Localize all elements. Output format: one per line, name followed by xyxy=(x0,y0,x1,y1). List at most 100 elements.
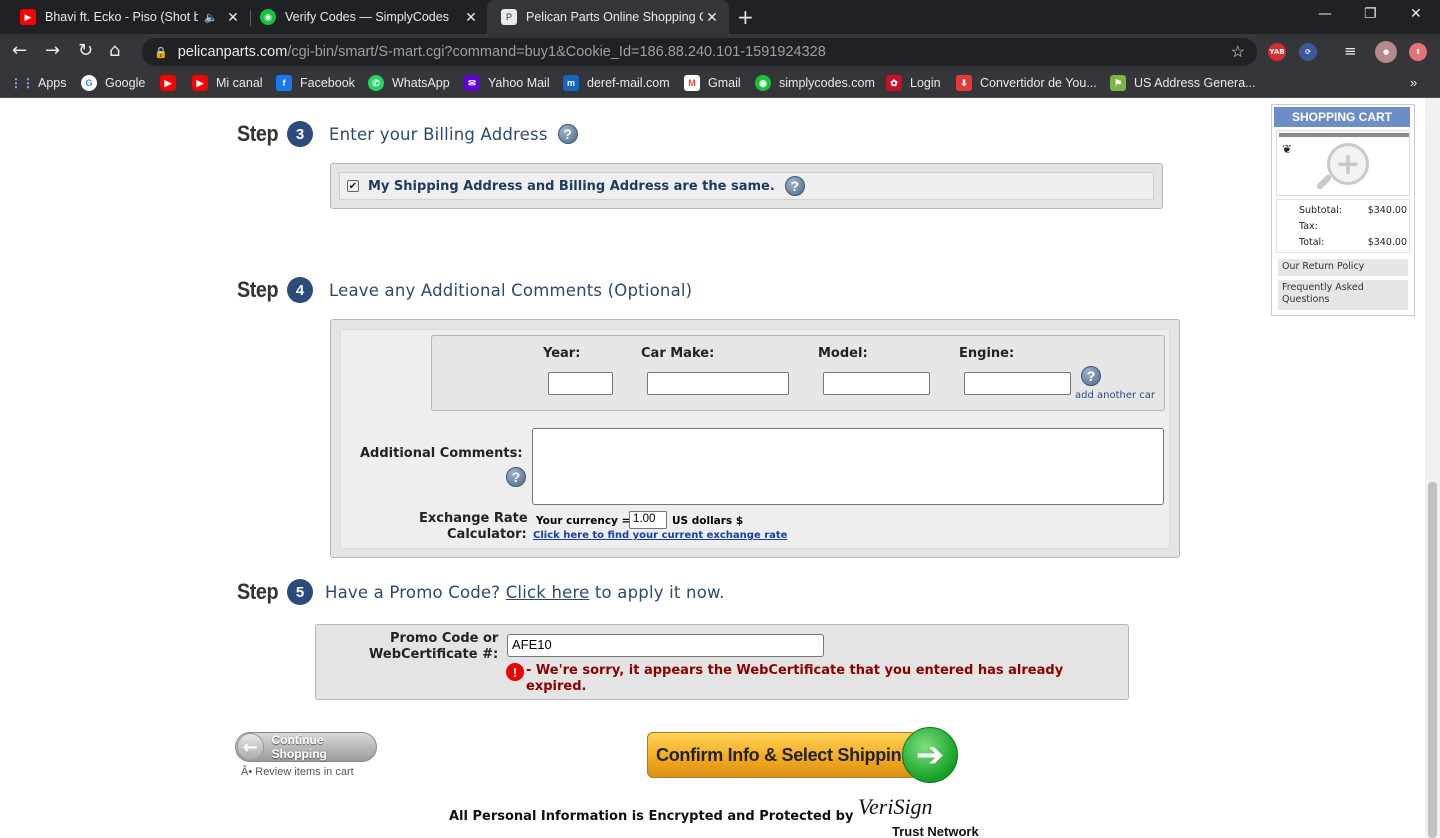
simplycodes-icon: ◉ xyxy=(755,75,771,91)
bookmark-google[interactable]: G Google xyxy=(81,75,145,91)
bookmark-facebook[interactable]: f Facebook xyxy=(276,75,355,91)
cart-header: SHOPPING CART xyxy=(1274,107,1410,127)
deref-mail-icon: m xyxy=(563,75,579,91)
step-4-heading: Step 4 Leave any Additional Comments (Op… xyxy=(237,277,692,303)
close-tab-icon[interactable]: ✕ xyxy=(462,9,480,26)
maximize-icon[interactable]: ❐ xyxy=(1364,6,1377,22)
zoom-icon[interactable]: + xyxy=(1327,143,1369,185)
step-5-heading: Step 5 Have a Promo Code? Click here to … xyxy=(237,579,725,605)
faq-link[interactable]: Frequently Asked Questions xyxy=(1278,280,1408,310)
forward-arrow-icon[interactable]: ➔ xyxy=(902,727,958,783)
back-arrow-icon: ← xyxy=(237,733,264,761)
promo-code-input[interactable]: AFE10 xyxy=(507,634,824,657)
tab-title: Verify Codes — SimplyCodes xyxy=(285,10,449,24)
browser-toolbar: ← → ↻ ⌂ 🔒 pelicanparts.com/cgi-bin/smart… xyxy=(0,34,1440,70)
security-text: All Personal Information is Encrypted an… xyxy=(449,809,854,824)
media-icon[interactable]: ≡ xyxy=(1344,42,1357,60)
continue-shopping-button[interactable]: ← Continue Shopping xyxy=(235,732,377,762)
help-icon[interactable]: ? xyxy=(1081,366,1101,386)
same-address-row: ✔ My Shipping Address and Billing Addres… xyxy=(339,172,1154,200)
youtube-icon: ▶ xyxy=(20,9,36,25)
model-input[interactable] xyxy=(823,372,930,395)
page-scrollbar[interactable] xyxy=(1425,98,1440,838)
bookmark-login[interactable]: ✿ Login xyxy=(886,75,941,91)
tab-pelican[interactable]: P Pelican Parts Online Shopping Ca ✕ xyxy=(487,0,729,34)
help-icon[interactable]: ? xyxy=(506,467,526,487)
exchange-rate-link[interactable]: Click here to find your current exchange… xyxy=(533,530,787,541)
url-host: pelicanparts.com xyxy=(177,44,288,60)
close-tab-icon[interactable]: ✕ xyxy=(224,9,242,26)
year-input[interactable] xyxy=(548,372,613,395)
speaker-icon[interactable]: 🔈 xyxy=(204,11,218,24)
yab-extension-icon[interactable]: YAB xyxy=(1268,43,1286,61)
close-window-icon[interactable]: ✕ xyxy=(1410,6,1422,22)
bookmark-gmail[interactable]: M Gmail xyxy=(684,75,741,91)
review-items-link[interactable]: Â• Review items in cart xyxy=(241,766,354,778)
step-label: Step xyxy=(237,277,279,302)
step-title: Have a Promo Code? Click here to apply i… xyxy=(325,582,725,602)
address-bar[interactable]: 🔒 pelicanparts.com/cgi-bin/smart/S-mart.… xyxy=(142,38,1257,66)
bookmark-youtube[interactable]: ▶ xyxy=(160,75,184,91)
step-number: 4 xyxy=(287,277,313,303)
update-icon[interactable]: ⬆ xyxy=(1409,43,1427,61)
apps-grid-icon: ⋮⋮ xyxy=(10,76,34,90)
add-another-car-link[interactable]: add another car xyxy=(1075,390,1155,401)
model-label: Model: xyxy=(818,346,868,361)
step-title: Enter your Billing Address xyxy=(329,124,548,144)
your-currency-label: Your currency = xyxy=(536,515,631,527)
whatsapp-icon: ✆ xyxy=(368,75,384,91)
step-number: 5 xyxy=(287,579,313,605)
confirm-info-button[interactable]: Confirm Info & Select Shipping xyxy=(647,732,917,778)
bookmark-yahoo-mail[interactable]: ✉ Yahoo Mail xyxy=(464,75,550,91)
forward-icon[interactable]: → xyxy=(45,40,60,61)
return-policy-link[interactable]: Our Return Policy xyxy=(1278,259,1408,276)
scrollbar-thumb[interactable] xyxy=(1428,482,1437,838)
url-path: /cgi-bin/smart/S-mart.cgi?command=buy1&C… xyxy=(287,44,826,60)
promo-click-here-link[interactable]: Click here xyxy=(506,583,590,602)
home-icon[interactable]: ⌂ xyxy=(109,40,120,61)
help-icon[interactable]: ? xyxy=(557,124,578,144)
more-bookmarks-icon[interactable]: » xyxy=(1410,75,1417,90)
minimize-icon[interactable]: — xyxy=(1318,6,1332,22)
exchange-rate-label: Exchange Rate xyxy=(419,511,528,526)
cart-total-row: Total: $340.00 xyxy=(1299,236,1407,248)
simplycodes-icon: ◉ xyxy=(260,9,276,25)
cart-thumbnail[interactable]: ❦ + xyxy=(1276,130,1410,196)
bookmark-convertidor[interactable]: ⬇ Convertidor de You... xyxy=(956,75,1097,91)
same-address-checkbox[interactable]: ✔ xyxy=(347,180,359,192)
error-icon: ! xyxy=(506,663,524,681)
webcertificate-label: WebCertificate #: xyxy=(369,647,499,662)
currency-rate-input[interactable]: 1.00 xyxy=(629,511,667,529)
bookmark-us-address[interactable]: ⚑ US Address Genera... xyxy=(1110,75,1256,91)
promo-panel: Promo Code or WebCertificate #: AFE10 ! … xyxy=(315,624,1129,700)
trust-network-label: Trust Network xyxy=(892,824,979,838)
cart-total-row: Tax: xyxy=(1299,220,1318,232)
step-title: Leave any Additional Comments (Optional) xyxy=(329,280,693,300)
additional-comments-textarea[interactable] xyxy=(532,428,1164,505)
car-make-label: Car Make: xyxy=(641,346,715,361)
back-icon[interactable]: ← xyxy=(12,40,27,61)
tab-youtube[interactable]: ▶ Bhavi ft. Ecko - Piso (Shot by 🔈 ✕ xyxy=(6,0,250,34)
bookmark-simplycodes[interactable]: ◉ simplycodes.com xyxy=(755,75,875,91)
bookmark-whatsapp[interactable]: ✆ WhatsApp xyxy=(368,75,450,91)
share-extension-icon[interactable]: ⟳ xyxy=(1299,43,1317,61)
facebook-icon: f xyxy=(276,75,292,91)
reload-icon[interactable]: ↻ xyxy=(78,40,93,61)
close-tab-icon[interactable]: ✕ xyxy=(703,9,721,26)
tab-simplycodes[interactable]: ◉ Verify Codes — SimplyCodes ✕ xyxy=(246,0,488,34)
step-number: 3 xyxy=(287,121,313,147)
engine-input[interactable] xyxy=(964,372,1071,395)
bookmark-deref-mail[interactable]: m deref-mail.com xyxy=(563,75,670,91)
gmail-icon: M xyxy=(684,75,700,91)
help-icon[interactable]: ? xyxy=(784,176,805,196)
bookmark-mi-canal[interactable]: ▶ Mi canal xyxy=(192,75,263,91)
car-make-input[interactable] xyxy=(647,372,789,395)
bookmark-apps[interactable]: ⋮⋮ Apps xyxy=(10,75,67,91)
new-tab-icon[interactable]: + xyxy=(737,5,754,29)
pelican-icon: P xyxy=(501,9,517,25)
promo-label: Promo Code or xyxy=(390,631,499,646)
additional-comments-label: Additional Comments: xyxy=(360,446,523,461)
avatar[interactable]: ● xyxy=(1375,41,1397,63)
bookmark-star-icon[interactable]: ☆ xyxy=(1231,42,1245,62)
youtube-icon: ▶ xyxy=(192,75,208,91)
